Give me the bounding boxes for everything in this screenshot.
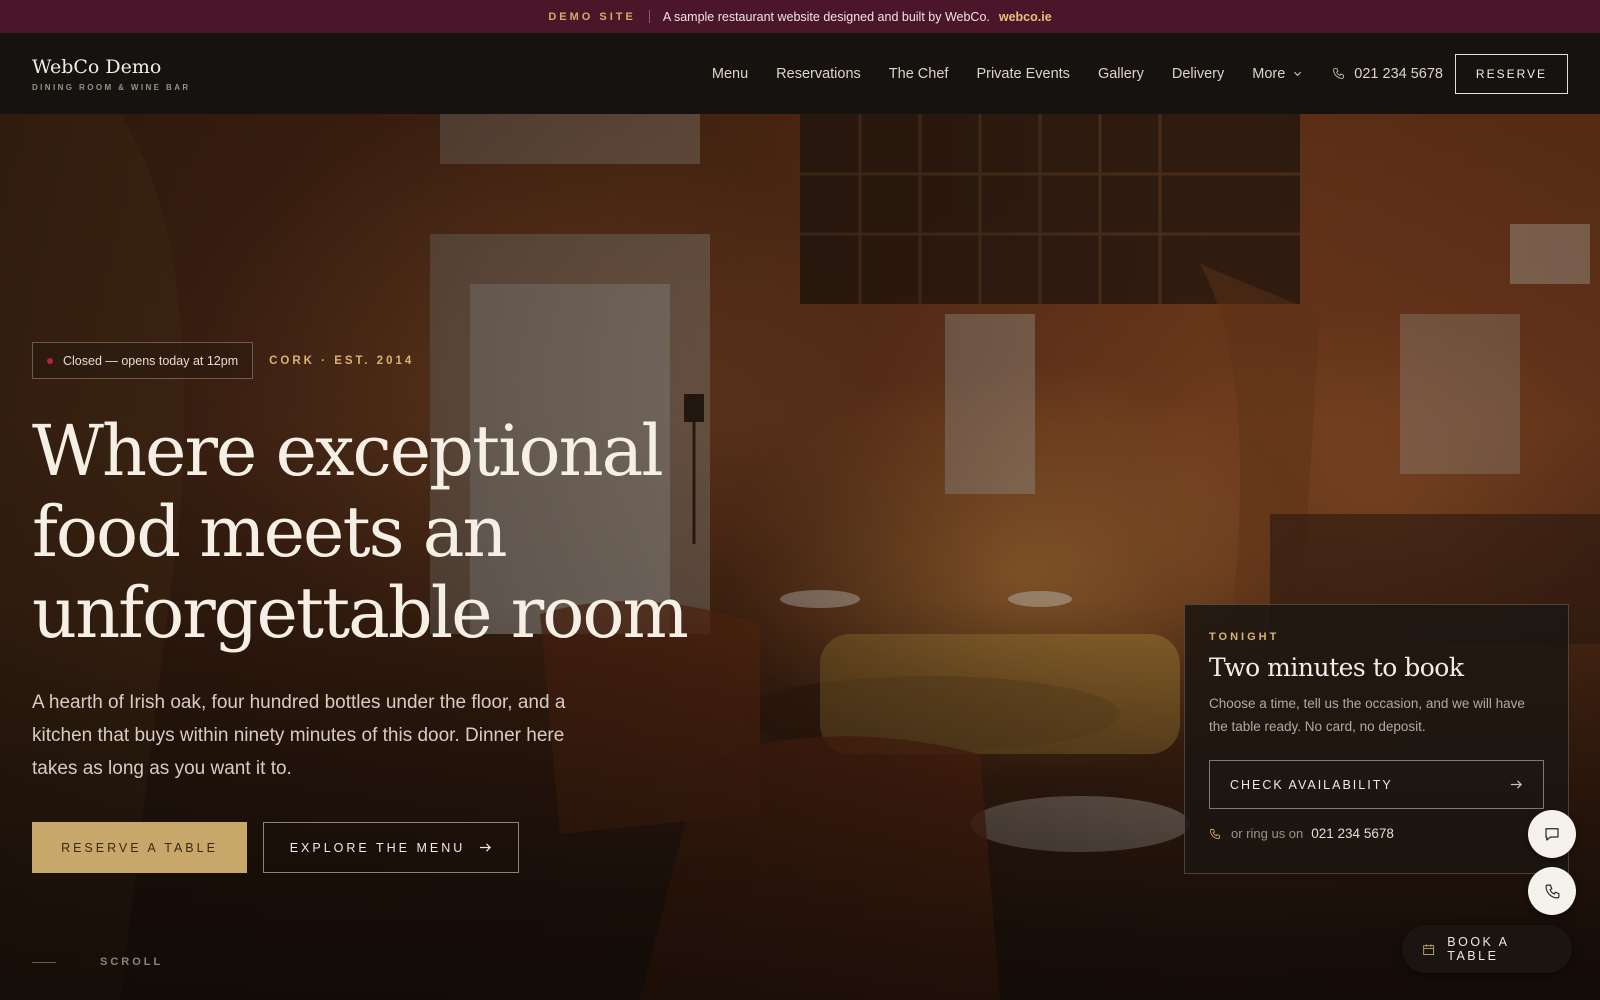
- hero-description: A hearth of Irish oak, four hundred bott…: [32, 692, 566, 779]
- nav-reservations[interactable]: Reservations: [776, 66, 861, 82]
- brand-logo[interactable]: WebCo Demo DINING ROOM & WINE BAR: [32, 56, 191, 92]
- scroll-label: SCROLL: [100, 956, 164, 968]
- scroll-line: [32, 961, 56, 963]
- reserve-button[interactable]: RESERVE: [1455, 53, 1568, 94]
- site-header: WebCo Demo DINING ROOM & WINE BAR Menu R…: [0, 33, 1600, 114]
- nav-private-events[interactable]: Private Events: [976, 66, 1070, 82]
- arrow-right-icon: [1510, 780, 1522, 789]
- location-established: CORK · EST. 2014: [269, 354, 415, 367]
- chevron-down-icon: [1294, 71, 1302, 77]
- brand-name: WebCo Demo: [32, 55, 162, 78]
- explore-menu-label: EXPLORE THE MENU: [289, 840, 466, 855]
- status-dot: [47, 357, 53, 364]
- reserve-table-button[interactable]: RESERVE A TABLE: [32, 822, 247, 873]
- check-availability-label: CHECK AVAILABILITY: [1230, 777, 1393, 792]
- demo-tag: DEMO SITE: [548, 10, 636, 23]
- nav-menu[interactable]: Menu: [712, 66, 748, 82]
- opening-status-badge: Closed — opens today at 12pm: [32, 342, 254, 379]
- booking-card: TONIGHT Two minutes to book Choose a tim…: [1184, 604, 1569, 874]
- booking-phone-row: or ring us on 021 234 5678: [1209, 826, 1544, 841]
- book-table-label: BOOK A TABLE: [1447, 935, 1509, 963]
- nav-more-label: More: [1252, 65, 1286, 82]
- calendar-icon: [1423, 944, 1435, 955]
- hero-headline: Where exceptional food meets an unforget…: [32, 410, 689, 654]
- booking-kicker: TONIGHT: [1209, 631, 1280, 643]
- status-row: Closed — opens today at 12pm CORK · EST.…: [32, 342, 792, 379]
- header-phone[interactable]: 021 234 5678: [1332, 66, 1443, 82]
- check-availability-button[interactable]: CHECK AVAILABILITY: [1209, 760, 1544, 809]
- banner-divider: [648, 10, 650, 23]
- call-button[interactable]: [1528, 867, 1576, 915]
- demo-text: A sample restaurant website designed and…: [662, 9, 990, 24]
- brand-tagline: DINING ROOM & WINE BAR: [32, 82, 191, 92]
- hero-content: Closed — opens today at 12pm CORK · EST.…: [32, 342, 792, 873]
- booking-phone-prefix: or ring us on: [1231, 826, 1304, 841]
- nav-gallery[interactable]: Gallery: [1098, 66, 1144, 82]
- demo-banner: DEMO SITE A sample restaurant website de…: [0, 0, 1600, 33]
- scroll-indicator[interactable]: SCROLL: [32, 956, 163, 968]
- opening-status-text: Closed — opens today at 12pm: [63, 353, 239, 368]
- nav-more[interactable]: More: [1252, 66, 1302, 82]
- booking-title: Two minutes to book: [1209, 653, 1464, 682]
- booking-phone-number[interactable]: 021 234 5678: [1311, 826, 1394, 841]
- webco-link[interactable]: webco.ie: [999, 10, 1052, 24]
- main-nav: Menu Reservations The Chef Private Event…: [712, 53, 1568, 94]
- chat-icon: [1545, 828, 1559, 841]
- header-phone-number: 021 234 5678: [1354, 65, 1443, 82]
- chat-button[interactable]: [1528, 810, 1576, 858]
- phone-icon: [1545, 884, 1559, 898]
- book-table-floating-button[interactable]: BOOK A TABLE: [1402, 925, 1572, 973]
- nav-delivery[interactable]: Delivery: [1172, 66, 1224, 82]
- booking-text: Choose a time, tell us the occasion, and…: [1209, 696, 1525, 734]
- arrow-right-icon: [480, 843, 492, 852]
- explore-menu-button[interactable]: EXPLORE THE MENU: [263, 822, 519, 873]
- hero-cta-row: RESERVE A TABLE EXPLORE THE MENU: [32, 822, 792, 873]
- phone-icon: [1210, 828, 1220, 839]
- phone-icon: [1333, 68, 1345, 79]
- nav-the-chef[interactable]: The Chef: [889, 66, 949, 82]
